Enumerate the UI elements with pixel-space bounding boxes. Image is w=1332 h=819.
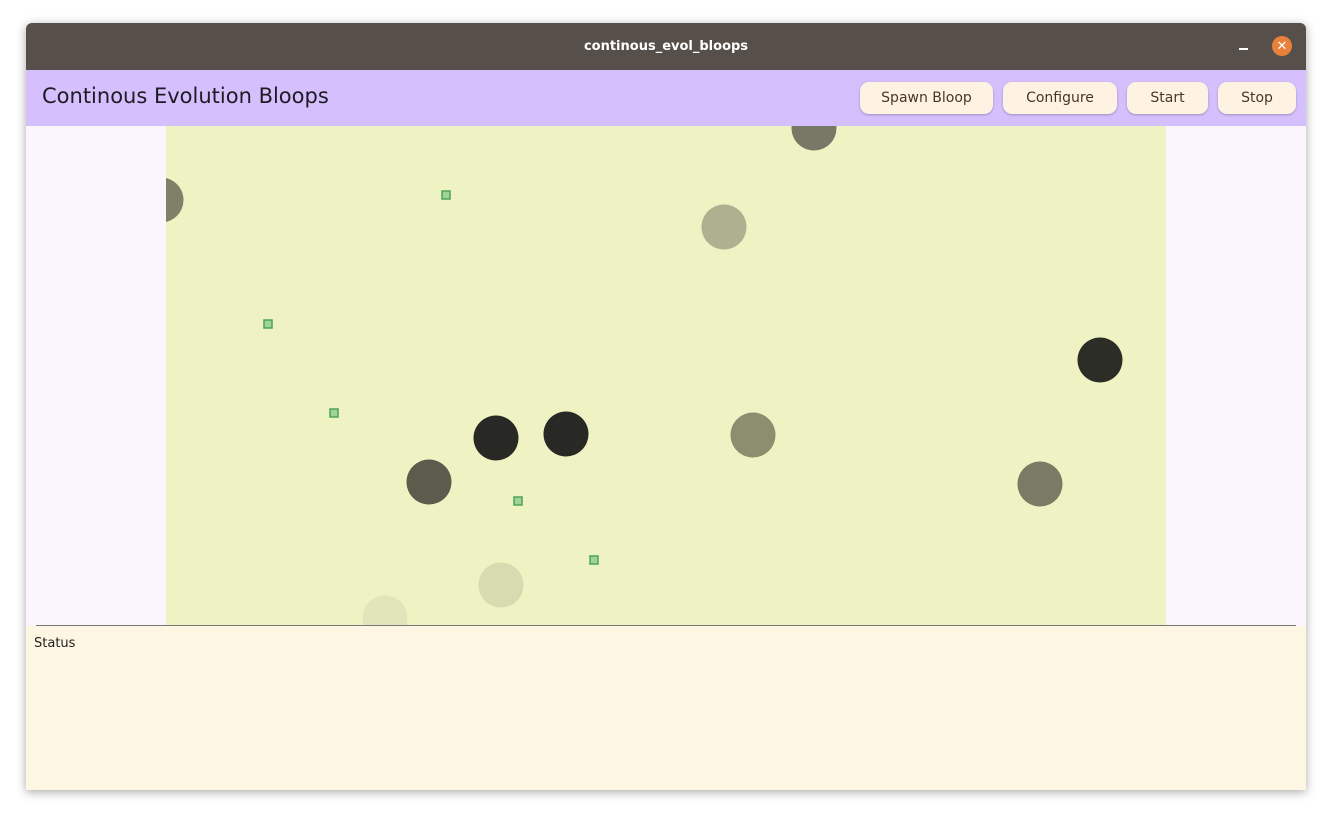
- app-bar: Continous Evolution Bloops Spawn Bloop C…: [26, 70, 1306, 126]
- food-pellet: [263, 319, 273, 329]
- status-label: Status: [34, 636, 76, 651]
- close-glyph: ✕: [1276, 38, 1288, 54]
- bloop: [1017, 461, 1063, 507]
- stop-button[interactable]: Stop: [1218, 82, 1296, 114]
- minimize-icon[interactable]: [1234, 37, 1252, 55]
- window-title: continous_evol_bloops: [583, 39, 749, 54]
- bloop: [406, 459, 452, 505]
- app-title: Continous Evolution Bloops: [42, 84, 329, 108]
- close-icon[interactable]: ✕: [1272, 36, 1292, 56]
- bloop: [362, 595, 408, 625]
- bloop: [730, 412, 776, 458]
- bloop: [543, 411, 589, 457]
- status-panel: Status: [26, 626, 1306, 790]
- simulation-svg: [166, 126, 1123, 625]
- bloop: [701, 204, 747, 250]
- food-pellet: [589, 555, 599, 565]
- simulation-canvas[interactable]: [166, 126, 1166, 625]
- bloop: [1077, 337, 1123, 383]
- bloop: [791, 126, 837, 151]
- app-window: continous_evol_bloops ✕ Continous Evolut…: [26, 23, 1306, 790]
- title-bar[interactable]: continous_evol_bloops ✕: [26, 23, 1306, 70]
- bloop: [478, 562, 524, 608]
- configure-button[interactable]: Configure: [1003, 82, 1117, 114]
- food-pellet: [441, 190, 451, 200]
- food-pellet: [513, 496, 523, 506]
- bloop: [166, 178, 184, 222]
- start-button[interactable]: Start: [1127, 82, 1208, 114]
- food-pellet: [329, 408, 339, 418]
- bloop: [473, 415, 519, 461]
- spawn-bloop-button[interactable]: Spawn Bloop: [860, 82, 993, 114]
